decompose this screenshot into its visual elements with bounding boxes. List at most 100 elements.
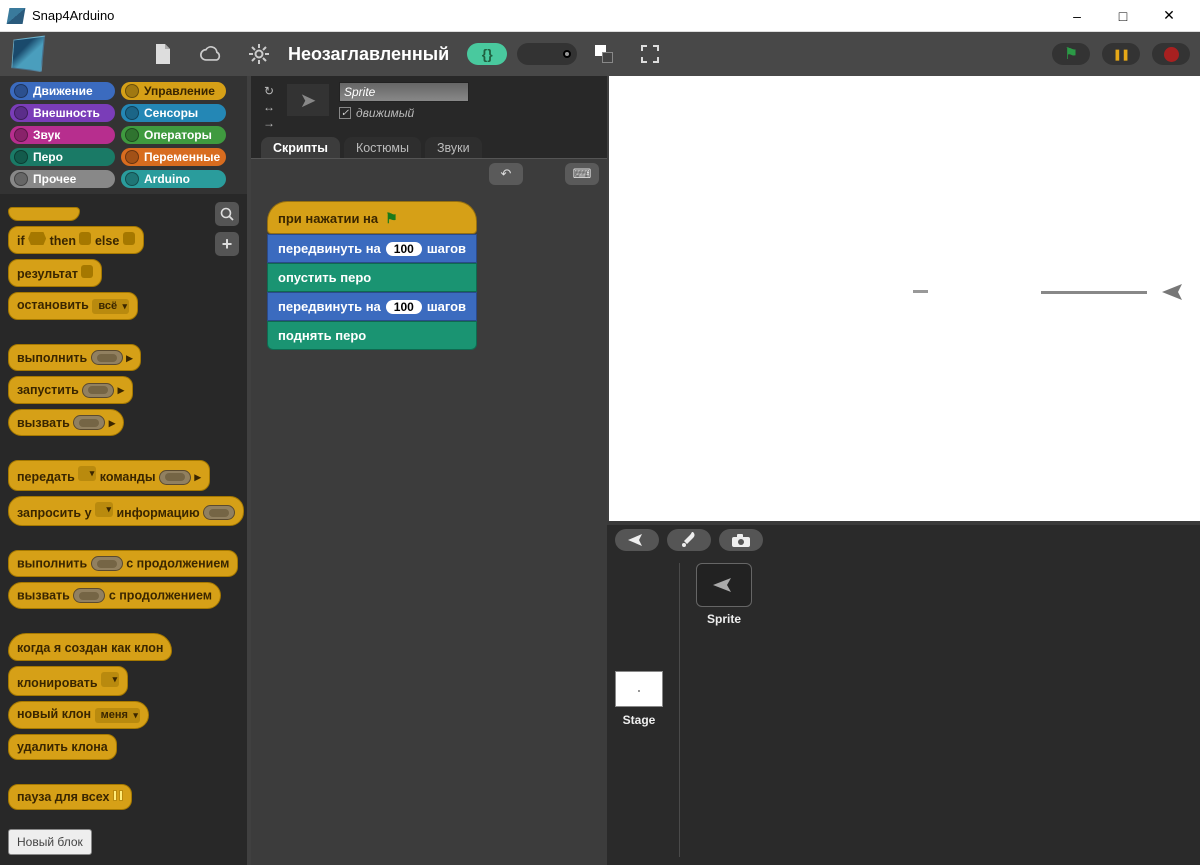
cloud-menu-icon[interactable] [200,43,222,65]
search-blocks-button[interactable] [215,202,239,226]
cmd-slot[interactable] [123,232,135,245]
block-label: опустить перо [278,270,371,285]
number-input[interactable]: 100 [386,300,422,314]
block-move-steps[interactable]: передвинуть на 100 шагов [267,234,477,263]
pause-button[interactable] [1102,43,1140,65]
dropdown[interactable] [95,502,113,517]
dropdown[interactable] [101,672,119,687]
category-ops[interactable]: Операторы [121,126,226,144]
bool-slot[interactable] [28,232,46,245]
scripts-panel: ↻ ↔ → ➤ ✓ движимый Скрипты Костюмы Звуки [247,76,607,865]
close-button[interactable]: ✕ [1146,1,1192,31]
block-palette[interactable]: + if then else результат остановить всё [0,194,247,865]
rotation-rotate-button[interactable]: ↻ [261,84,277,98]
ring-slot[interactable] [73,415,105,430]
category-pen[interactable]: Перо [10,148,115,166]
sprite-thumbnail[interactable]: ➤ [287,84,329,116]
ring-slot[interactable] [91,350,123,365]
new-block-button[interactable]: Новый блок [8,829,92,855]
block-label: результат [17,267,78,281]
category-vars[interactable]: Переменные [121,148,226,166]
block-clone[interactable]: клонировать [8,666,128,696]
block-launch[interactable]: запустить [8,376,133,404]
stage-size-toggle[interactable] [595,45,613,63]
category-sound[interactable]: Звук [10,126,115,144]
block-delete-clone[interactable]: удалить клона [8,734,117,760]
block-run-cont[interactable]: выполнить с продолжением [8,550,238,577]
stage[interactable] [607,76,1200,521]
block-when-clone[interactable]: когда я создан как клон [8,633,172,661]
ring-slot[interactable] [203,505,235,520]
tab-scripts[interactable]: Скрипты [261,137,340,159]
category-looks[interactable]: Внешность [10,104,115,122]
settings-menu-icon[interactable] [248,43,270,65]
block-call[interactable]: вызвать [8,409,124,437]
ring-slot[interactable] [91,556,123,571]
sprite-name-input[interactable] [339,82,469,102]
script-stack[interactable]: при нажатии на передвинуть на 100 шагов … [267,201,477,350]
category-motion[interactable]: Движение [10,82,115,100]
draggable-checkbox[interactable]: ✓ движимый [339,106,469,120]
dropdown[interactable] [78,466,96,481]
block-report[interactable]: результат [8,259,102,287]
block-new-clone[interactable]: новый клон меня [8,701,149,729]
fullscreen-icon[interactable] [639,43,661,65]
expand-arrow-icon[interactable] [109,416,115,430]
block-pause-all[interactable]: пауза для всех [8,784,132,810]
block-run[interactable]: выполнить [8,344,141,372]
block-when-flag[interactable]: при нажатии на [267,201,477,234]
tab-sounds[interactable]: Звуки [425,137,482,159]
paint-sprite-button[interactable] [667,529,711,551]
category-arduino[interactable]: Arduino [121,170,226,188]
number-input[interactable]: 100 [386,242,422,256]
category-other[interactable]: Прочее [10,170,115,188]
make-block-button[interactable]: + [215,232,239,256]
stepping-slider[interactable] [517,43,577,65]
input-slot[interactable] [81,265,93,278]
block-tell[interactable]: передать команды [8,460,210,491]
category-control[interactable]: Управление [121,82,226,100]
ring-slot[interactable] [159,470,191,485]
rotation-flip-button[interactable]: ↔ [261,100,277,114]
category-sensing[interactable]: Сенсоры [121,104,226,122]
stop-button[interactable] [1152,43,1190,65]
go-button[interactable] [1052,43,1090,65]
ring-slot[interactable] [73,588,105,603]
maximize-button[interactable]: □ [1100,1,1146,31]
block-stop[interactable]: остановить всё [8,292,138,320]
keyboard-entry-button[interactable]: ⌨ [565,163,599,185]
block-pen-down[interactable]: опустить перо [267,263,477,292]
block-move-steps[interactable]: передвинуть на 100 шагов [267,292,477,321]
camera-sprite-button[interactable] [719,529,763,551]
app-logo-icon[interactable] [11,36,45,73]
expand-arrow-icon[interactable] [126,351,132,365]
dropdown[interactable]: меня [95,708,140,723]
block-label: с продолжением [109,589,212,603]
expand-arrow-icon[interactable] [118,383,124,397]
project-title[interactable]: Неозаглавленный [288,44,449,65]
cmd-slot[interactable] [79,232,91,245]
sprite-on-stage[interactable] [1158,282,1186,302]
corral-sprite-thumbnail[interactable] [696,563,752,607]
scripts-canvas[interactable]: ↶ ⌨ при нажатии на передвинуть на 100 ша… [251,158,607,865]
stage-thumbnail[interactable] [615,671,663,707]
palette-panel: Движение Управление Внешность Сенсоры Звук Оп… [0,76,247,865]
dropdown[interactable]: всё [92,299,129,314]
block-call-cont[interactable]: вызвать с продолжением [8,582,221,609]
stage-label: Stage [623,713,656,727]
block-label: шагов [427,241,466,256]
block-label: пауза для всех [17,790,109,804]
expand-arrow-icon[interactable] [195,470,201,484]
minimize-button[interactable]: – [1054,1,1100,31]
block-pen-up[interactable]: поднять перо [267,321,477,350]
undo-button[interactable]: ↶ [489,163,523,185]
ring-slot[interactable] [82,383,114,398]
new-turtle-sprite-button[interactable] [615,529,659,551]
file-menu-icon[interactable] [152,43,174,65]
rotation-none-button[interactable]: → [261,116,277,130]
tab-costumes[interactable]: Костюмы [344,137,421,159]
block-ask[interactable]: запросить у информацию [8,496,244,527]
stepping-toggle[interactable] [467,43,507,65]
block-if-then-else[interactable]: if then else [8,226,144,254]
block-cshape-fragment[interactable] [8,207,80,221]
